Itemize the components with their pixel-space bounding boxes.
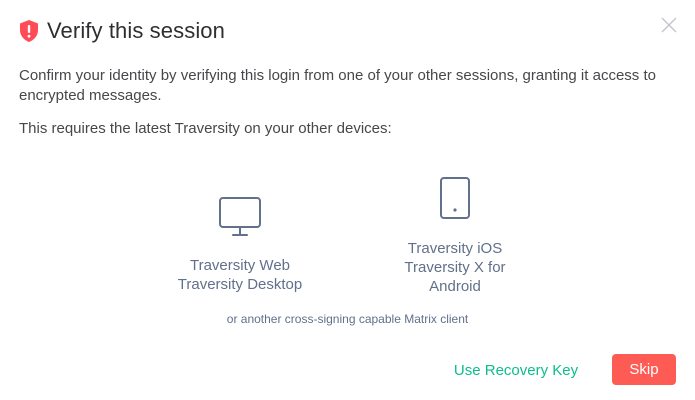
- client-names: Traversity iOS Traversity X for Android: [380, 239, 530, 296]
- skip-button[interactable]: Skip: [612, 354, 676, 385]
- client-name: Traversity Desktop: [177, 276, 303, 293]
- dialog-title: Verify this session: [47, 18, 225, 43]
- dialog-header: Verify this session: [19, 18, 225, 44]
- close-icon[interactable]: [661, 17, 677, 33]
- use-recovery-key-button[interactable]: Use Recovery Key: [445, 356, 587, 384]
- dialog-description: Confirm your identity by verifying this …: [19, 67, 656, 104]
- monitor-icon: [219, 197, 261, 236]
- client-mobile: Traversity iOS Traversity X for Android: [380, 176, 530, 296]
- phone-icon: [440, 177, 470, 219]
- client-name: Traversity Web: [189, 257, 291, 274]
- verify-session-dialog: Verify this session Confirm your identit…: [0, 0, 695, 400]
- requirement-text: This requires the latest Traversity on y…: [19, 120, 392, 137]
- shield-alert-icon: [20, 20, 38, 42]
- client-name: Traversity iOS: [407, 240, 503, 257]
- other-clients-note: or another cross-signing capable Matrix …: [226, 312, 469, 326]
- client-web-desktop: Traversity Web Traversity Desktop: [165, 196, 315, 294]
- client-name: Traversity X for: [404, 259, 506, 276]
- client-name: Android: [429, 278, 481, 295]
- client-names: Traversity Web Traversity Desktop: [165, 256, 315, 294]
